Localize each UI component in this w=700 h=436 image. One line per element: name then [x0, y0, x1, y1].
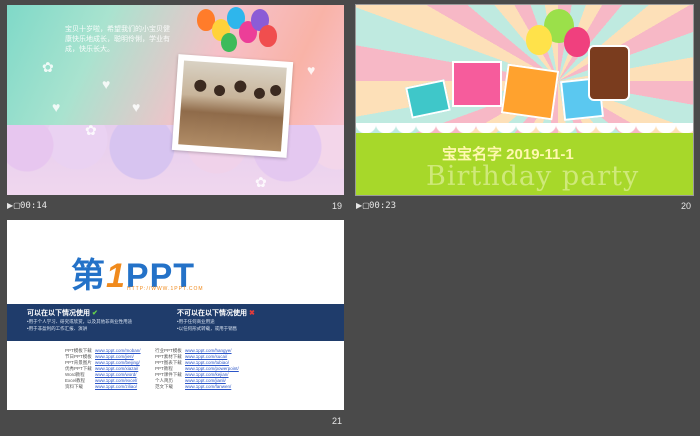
slide-thumbnail[interactable]: 宝贝十岁啦，希望我们的小宝贝健康快乐地成长，聪明伶俐，学业有成，快乐长大。 ✿ …	[7, 5, 344, 195]
allowed-column: 可以在以下情况使用 ✔ •用于个人学习、研究或欣赏，以及其他非商业性用途 •用于…	[27, 310, 133, 331]
play-icon[interactable]: ▶▢	[7, 201, 21, 210]
links-right-labels: 行业PPT模板 PPT素材下载 PPT图表下载 PPT教程 PPT课件下载 个人简历 范文下…	[155, 348, 182, 389]
links-left-labels: PPT模板下载 节日PPT模板 PPT背景图片 优秀PPT下载 Word教程 Excel教…	[65, 348, 92, 389]
logo-url: HTTP://WWW.1PPT.COM	[127, 286, 204, 292]
slide-meta: ▶▢ 00:23 20	[356, 200, 693, 214]
slide-time: 00:14	[20, 201, 48, 211]
cake-icon	[588, 45, 630, 101]
links-left-urls[interactable]: www.1ppt.com/moban/www.1ppt.com/jieri/ww…	[95, 348, 141, 390]
slide-number: 21	[331, 416, 342, 426]
balloon-icon	[259, 25, 277, 47]
slide-subtitle: Birthday party	[426, 161, 640, 192]
heart-icon: ♥	[132, 99, 141, 115]
slide-time: 00:23	[369, 201, 397, 211]
butterfly-icon: ✿	[85, 122, 97, 138]
heart-icon: ♥	[307, 62, 316, 78]
heart-icon: ♥	[102, 76, 111, 92]
slide-meta: ▶▢ 00:14 19	[7, 200, 344, 214]
slide-number: 20	[680, 201, 691, 211]
family-photo	[171, 54, 294, 158]
gift-icon	[452, 61, 502, 107]
balloon-icon	[221, 33, 237, 52]
cross-icon: ✖	[248, 310, 255, 317]
gift-icon	[500, 63, 560, 121]
links-right-urls[interactable]: www.1ppt.com/hangye/www.1ppt.com/sucai/w…	[185, 348, 239, 390]
play-icon[interactable]: ▶▢	[356, 201, 370, 210]
slide-thumbnail[interactable]: 第1PPT HTTP://WWW.1PPT.COM 可以在以下情况使用 ✔ •用…	[7, 220, 344, 410]
slide-number: 19	[331, 201, 342, 211]
balloon-icon	[526, 25, 552, 55]
butterfly-icon: ✿	[255, 174, 267, 190]
gift-icon	[405, 79, 451, 119]
slide-thumbnail[interactable]: 宝宝名字 2019-11-1 Birthday party	[355, 4, 694, 196]
disallowed-column: 不可以在以下情况使用 ✖ •用于任何商业用途 •以任何形式转载，或用于销售	[177, 310, 255, 331]
balloon-icon	[564, 27, 590, 57]
heart-icon: ♥	[52, 99, 61, 115]
check-icon: ✔	[91, 310, 98, 317]
slide-text: 宝贝十岁啦，希望我们的小宝贝健康快乐地成长，聪明伶俐，学业有成，快乐长大。	[65, 26, 170, 53]
butterfly-icon: ✿	[42, 59, 54, 75]
slide-meta: 21	[7, 415, 344, 429]
